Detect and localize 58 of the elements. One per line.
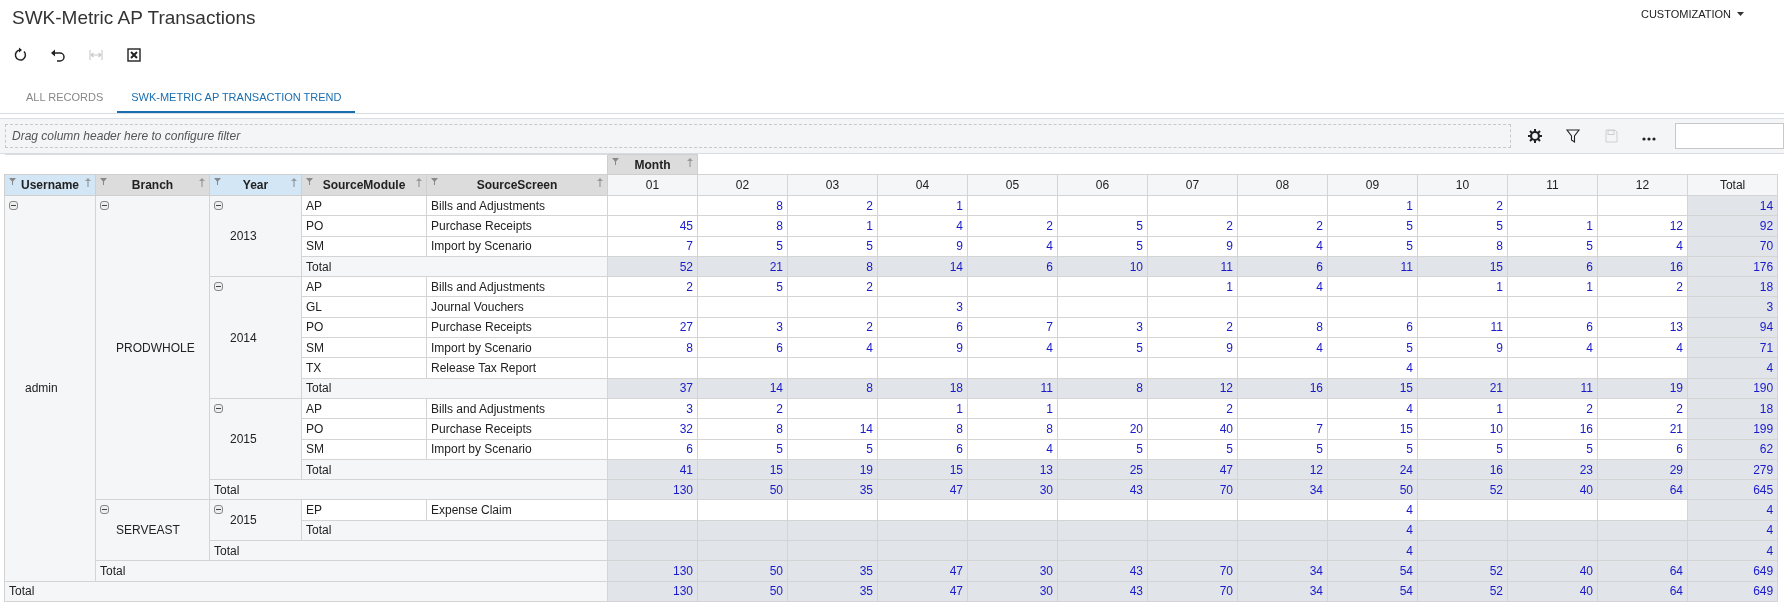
group-label: SERVEAST (115, 522, 181, 540)
tab[interactable]: SWK-METRIC AP TRANSACTION TREND (117, 83, 356, 113)
table-cell: Total (301, 520, 608, 541)
column-header: Total (1687, 174, 1778, 196)
collapse-icon[interactable] (214, 201, 223, 210)
page-title: SWK-Metric AP Transactions (12, 6, 256, 30)
column-header[interactable]: SourceModule (301, 174, 427, 196)
column-header[interactable]: Year (209, 174, 302, 196)
column-header[interactable]: Branch (95, 174, 210, 196)
column-header: 03 (787, 174, 878, 196)
sort-icon[interactable] (85, 178, 91, 187)
table-cell: Total (301, 459, 608, 480)
table-cell: Total (4, 581, 608, 602)
column-header: 05 (967, 174, 1058, 196)
caret-icon (1737, 12, 1744, 17)
collapse-icon[interactable] (214, 403, 223, 413)
column-header[interactable]: SourceScreen (426, 174, 608, 196)
undo-icon[interactable] (50, 47, 66, 63)
table-cell: Total (301, 378, 608, 399)
group-label: 2013 (229, 228, 258, 246)
search-field[interactable] (1675, 123, 1784, 149)
customization-menu[interactable]: CUSTOMIZATION (1640, 0, 1744, 23)
group-label: PRODWHOLE (115, 339, 196, 357)
sort-icon[interactable] (416, 178, 422, 187)
column-header: 09 (1327, 174, 1418, 196)
column-header: 12 (1597, 174, 1688, 196)
column-field-header[interactable]: Month (607, 154, 698, 175)
table-cell: Total (95, 560, 608, 582)
column-header: 02 (697, 174, 788, 196)
column-header: 07 (1147, 174, 1238, 196)
settings-icon[interactable] (1527, 128, 1543, 144)
group-label: 2015 (229, 512, 258, 530)
refresh-icon[interactable] (12, 47, 28, 63)
collapse-icon[interactable] (100, 201, 109, 210)
group-label: admin (24, 380, 59, 398)
group-label: 2014 (229, 329, 258, 347)
column-header: 11 (1507, 174, 1598, 196)
collapse-icon[interactable] (214, 505, 223, 515)
column-header: 06 (1057, 174, 1148, 196)
excel-icon[interactable] (126, 47, 142, 63)
table-cell: Total (301, 256, 608, 277)
table-cell: Total (209, 479, 608, 500)
collapse-icon[interactable] (100, 505, 109, 515)
column-header[interactable]: Username (4, 174, 96, 196)
sort-icon[interactable] (597, 178, 604, 187)
column-header: 08 (1237, 174, 1328, 196)
sort-icon[interactable] (291, 178, 297, 187)
tab[interactable]: ALL RECORDS (12, 83, 118, 113)
collapse-icon[interactable] (9, 201, 18, 210)
group-label: 2015 (229, 431, 258, 449)
sort-icon[interactable] (199, 178, 205, 187)
table-cell: Total (209, 540, 608, 561)
column-header: 10 (1417, 174, 1508, 196)
sort-icon[interactable] (687, 158, 694, 167)
collapse-icon[interactable] (214, 282, 223, 292)
filter-icon[interactable] (1565, 128, 1581, 144)
column-header: 04 (877, 174, 968, 196)
filter-drop-area[interactable]: Drag column header here to configure filter (5, 124, 1511, 148)
